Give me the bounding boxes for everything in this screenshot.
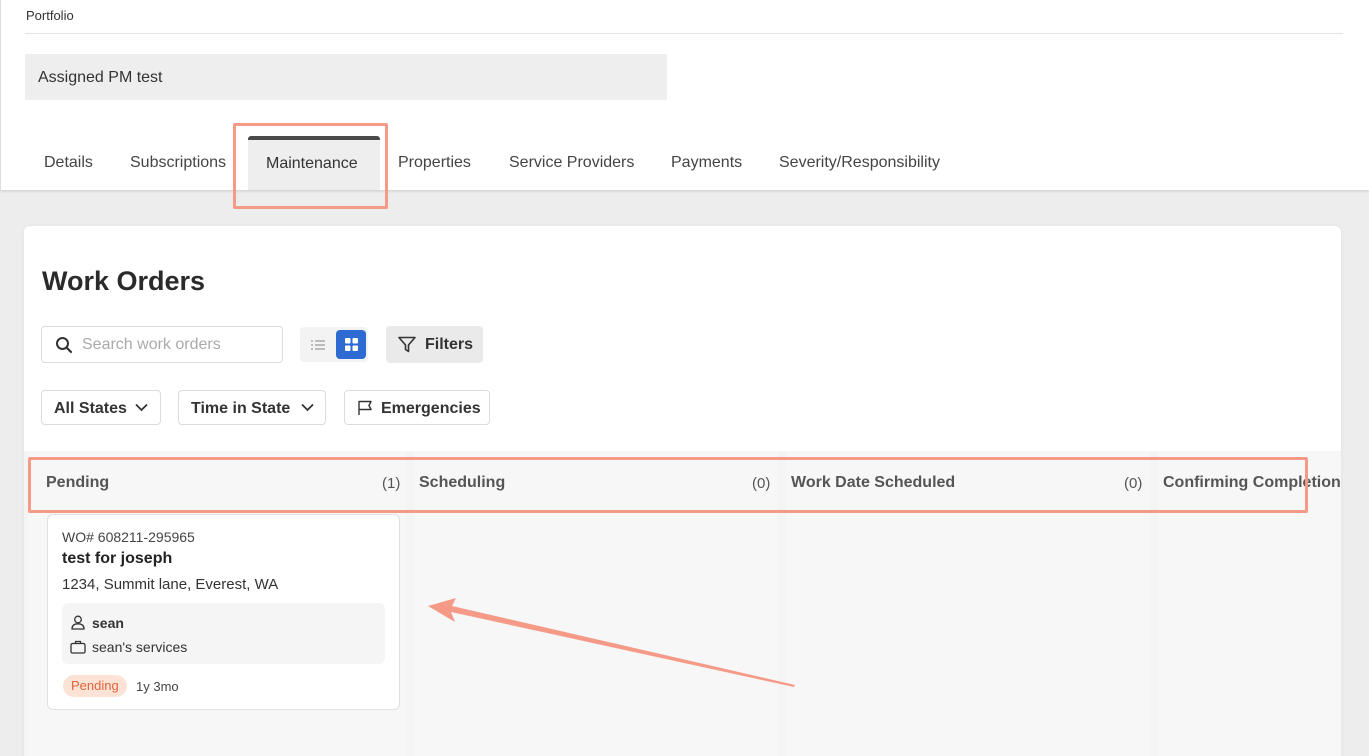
all-states-dropdown[interactable]: All States <box>41 390 161 425</box>
tab-details[interactable]: Details <box>44 154 93 172</box>
vendor-name: sean's services <box>92 639 188 655</box>
column-title: Scheduling <box>419 474 506 491</box>
list-icon <box>311 339 325 350</box>
column-title: Confirming Completion <box>1163 474 1341 491</box>
column-count: (0) <box>752 475 771 492</box>
column-title: Pending <box>46 474 110 491</box>
time-in-state-label: Time in State <box>191 400 291 417</box>
tab-payments[interactable]: Payments <box>671 154 742 172</box>
page-title: Work Orders <box>42 266 206 296</box>
filters-label: Filters <box>425 336 474 353</box>
work-order-number: WO# 608211-295965 <box>62 529 195 545</box>
emergencies-toggle[interactable]: Emergencies <box>344 390 490 425</box>
tab-severity-responsibility[interactable]: Severity/Responsibility <box>779 154 940 172</box>
breadcrumb[interactable]: Portfolio <box>26 8 74 23</box>
view-toggle <box>300 327 368 362</box>
portfolio-header: Portfolio Assigned PM test Details Subsc… <box>0 0 1369 190</box>
emergencies-label: Emergencies <box>381 400 481 417</box>
user-icon <box>71 615 85 630</box>
grid-icon <box>344 338 358 351</box>
column-count: (0) <box>1124 475 1143 492</box>
column-confirming-completion: Confirming Completion <box>1158 451 1341 756</box>
search-icon <box>56 337 73 354</box>
work-order-address: 1234, Summit lane, Everest, WA <box>62 576 279 593</box>
all-states-label: All States <box>54 400 127 417</box>
assignment-box: sean sean's services <box>62 603 385 664</box>
status-badge: Pending <box>63 675 127 697</box>
tab-maintenance-label: Maintenance <box>266 155 358 172</box>
search-input[interactable] <box>82 333 272 357</box>
divider <box>25 33 1343 34</box>
column-count: (1) <box>382 475 401 492</box>
briefcase-icon <box>70 640 86 654</box>
time-in-state: 1y 3mo <box>136 679 179 694</box>
column-scheduling: Scheduling (0) <box>414 451 778 756</box>
chevron-down-icon <box>301 403 314 412</box>
column-work-date-scheduled: Work Date Scheduled (0) <box>786 451 1150 756</box>
tab-subscriptions[interactable]: Subscriptions <box>130 154 226 172</box>
tab-service-providers[interactable]: Service Providers <box>509 154 634 172</box>
work-order-card[interactable]: WO# 608211-295965 test for joseph 1234, … <box>47 514 400 710</box>
tab-properties[interactable]: Properties <box>398 154 471 172</box>
filters-button[interactable]: Filters <box>386 326 483 363</box>
time-in-state-dropdown[interactable]: Time in State <box>178 390 326 425</box>
assignee-name: sean <box>92 615 124 631</box>
flag-icon <box>358 400 372 415</box>
portfolio-name-field[interactable]: Assigned PM test <box>25 54 667 100</box>
filter-icon <box>398 336 416 353</box>
list-view-button[interactable] <box>303 330 333 359</box>
work-order-title: test for joseph <box>62 550 173 567</box>
column-title: Work Date Scheduled <box>791 474 956 491</box>
search-box[interactable] <box>41 326 283 363</box>
tab-maintenance[interactable]: Maintenance <box>248 136 380 190</box>
chevron-down-icon <box>135 403 148 412</box>
board-view-button[interactable] <box>336 330 366 359</box>
